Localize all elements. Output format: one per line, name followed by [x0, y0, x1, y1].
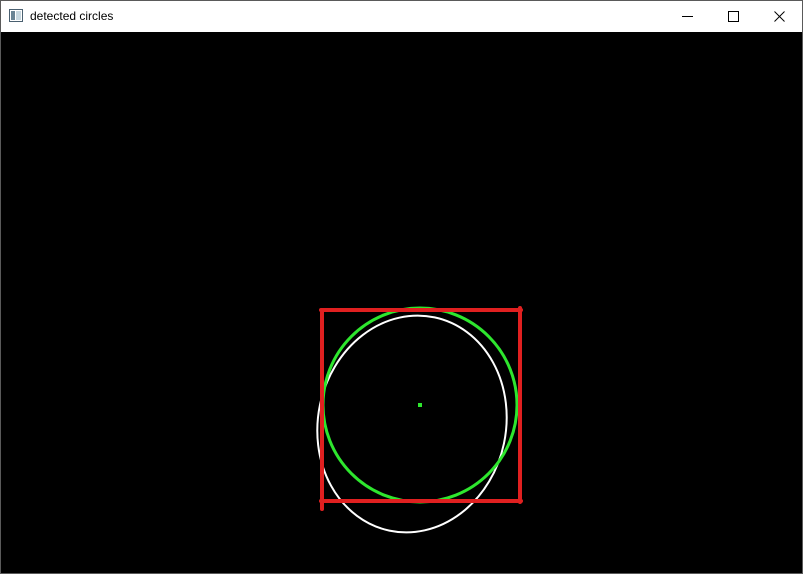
close-icon — [774, 11, 785, 22]
close-button[interactable] — [757, 1, 803, 32]
maximize-icon — [728, 11, 739, 22]
circle-center-marker — [418, 403, 422, 407]
detection-overlay — [316, 306, 523, 534]
app-window: detected circles — [0, 0, 803, 574]
window-app-icon — [9, 9, 23, 22]
maximize-button[interactable] — [711, 1, 757, 32]
minimize-button[interactable] — [665, 1, 711, 32]
detected-contour-ellipse — [316, 314, 508, 534]
title-bar[interactable]: detected circles — [1, 1, 802, 32]
window-title: detected circles — [30, 9, 114, 23]
image-canvas — [1, 32, 802, 573]
minimize-icon — [682, 16, 693, 17]
